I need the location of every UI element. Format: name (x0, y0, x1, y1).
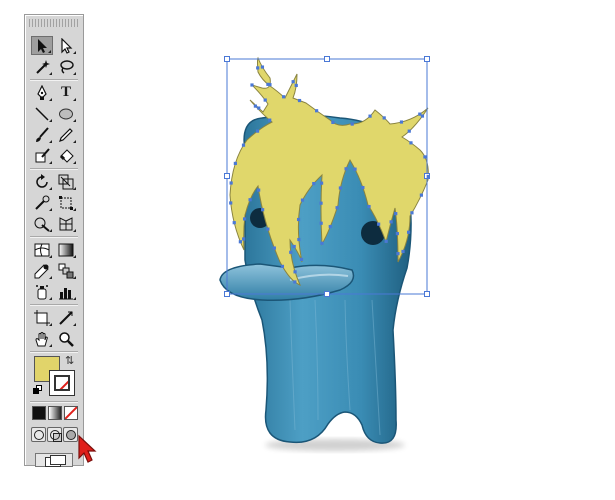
anchor-point (280, 264, 285, 268)
anchor-point (297, 98, 302, 103)
anchor-point (229, 181, 233, 185)
anchor-point (314, 109, 319, 113)
anchor-point (263, 98, 267, 102)
anchor-point (319, 181, 324, 185)
anchor-point (242, 217, 247, 221)
anchor-point (268, 118, 272, 122)
anchor-point (300, 198, 305, 202)
resize-handle[interactable] (224, 291, 230, 297)
anchor-point (268, 83, 272, 87)
anchor-point (297, 237, 301, 242)
anchor-point (296, 217, 301, 222)
anchor-point (319, 221, 323, 225)
anchor-point (248, 198, 252, 202)
anchor-point (367, 204, 371, 209)
anchor-point (344, 167, 348, 171)
anchor-point (253, 104, 257, 108)
anchor-point (260, 65, 265, 69)
anchor-point (407, 129, 411, 133)
anchor-point (241, 143, 246, 147)
anchor-point (319, 201, 323, 205)
anchor-point (256, 66, 260, 70)
resize-handle[interactable] (224, 56, 230, 62)
anchor-point (426, 174, 430, 179)
anchor-point (331, 120, 335, 125)
anchor-point (242, 237, 246, 241)
resize-handle[interactable] (424, 56, 430, 62)
anchor-point (395, 231, 399, 236)
anchor-point (389, 220, 393, 224)
anchor-point (255, 129, 260, 133)
anchor-point (272, 246, 276, 250)
anchor-point (350, 122, 354, 126)
anchor-point (384, 239, 388, 243)
anchor-point (266, 227, 270, 231)
artboard-canvas (219, 56, 430, 451)
anchor-point (353, 167, 357, 171)
anchor-point (320, 241, 324, 245)
anchor-point (232, 221, 236, 225)
resize-handle[interactable] (424, 291, 430, 297)
anchor-point (382, 116, 386, 120)
anchor-point (282, 95, 286, 99)
anchor-point (299, 257, 304, 261)
anchor-point (233, 161, 237, 166)
anchor-point (238, 240, 242, 244)
resize-handle[interactable] (324, 291, 330, 297)
anchor-point (396, 252, 400, 256)
anchor-point (293, 270, 297, 274)
anchor-point (361, 185, 365, 190)
anchor-point (423, 155, 427, 159)
anchor-point (328, 224, 332, 229)
anchor-point (289, 250, 293, 254)
anchor-point (250, 83, 254, 87)
anchor-point (294, 83, 298, 88)
anchor-point (292, 244, 296, 249)
anchor-point (368, 114, 372, 118)
anchor-point (335, 206, 339, 210)
resize-handle[interactable] (224, 173, 230, 179)
anchor-point (291, 80, 295, 84)
anchor-point (338, 186, 343, 190)
anchor-point (261, 208, 265, 212)
anchor-point (257, 188, 261, 192)
anchor-point (409, 141, 413, 145)
anchor-point (312, 181, 316, 186)
anchor-point (394, 212, 398, 216)
anchor-point (399, 120, 404, 124)
anchor-point (401, 249, 405, 254)
anchor-point (293, 280, 297, 284)
anchor-point (377, 222, 381, 226)
anchor-point (406, 230, 411, 234)
anchor-point (418, 112, 422, 116)
anchor-point (257, 106, 261, 110)
anchor-point (229, 201, 233, 205)
anchor-point (419, 193, 423, 197)
anchor-point (410, 211, 414, 215)
resize-handle[interactable] (324, 56, 330, 62)
